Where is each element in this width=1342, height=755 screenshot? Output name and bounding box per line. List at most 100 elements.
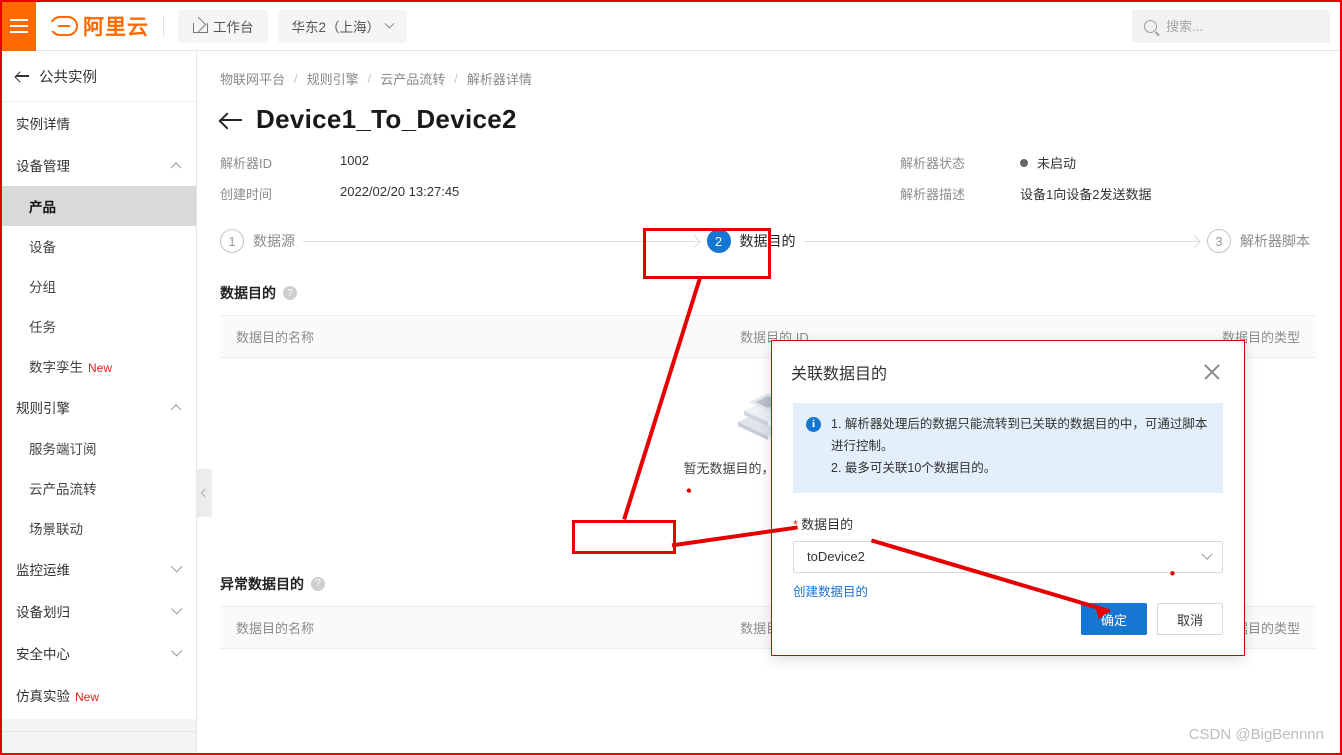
sidebar-item-device-management[interactable]: 设备管理 (2, 144, 196, 186)
info-icon: i (806, 417, 821, 432)
breadcrumb-item-iot-platform[interactable]: 物联网平台 (220, 69, 285, 88)
section-label: 数据目的 (220, 285, 276, 301)
required-mark: * (793, 516, 799, 532)
step-connector (303, 240, 699, 242)
sidebar-item-label: 设备 (29, 240, 56, 255)
column-header-name: 数据目的名称 (220, 315, 725, 358)
sidebar-item-tasks[interactable]: 任务 (2, 306, 196, 346)
meta-label-create-time: 创建时间 (220, 187, 273, 202)
breadcrumb-item-parser-details[interactable]: 解析器详情 (467, 69, 532, 88)
sidebar-item-label: 分组 (29, 280, 56, 295)
meta-label-parser-desc: 解析器描述 (900, 187, 966, 202)
step-number: 3 (1207, 229, 1231, 253)
sidebar-back-public-instance[interactable]: 公共实例 (2, 51, 196, 102)
back-arrow-icon[interactable] (220, 112, 242, 128)
meta-value-parser-desc: 设备1向设备2发送数据 (1020, 187, 1152, 202)
dialog-title: 关联数据目的 (791, 366, 888, 383)
sidebar-item-rules-engine[interactable]: 规则引擎 (2, 386, 196, 428)
topbar-divider (163, 15, 164, 37)
sidebar-item-groups[interactable]: 分组 (2, 266, 196, 306)
sidebar-item-simulation-lab[interactable]: 仿真实验 New (2, 674, 196, 716)
meta-value-parser-id: 1002 (340, 153, 369, 168)
step-connector (803, 240, 1199, 242)
step-parser-script[interactable]: 3 解析器脚本 (1207, 229, 1310, 253)
dialog-footer: 确定 取消 (772, 603, 1244, 655)
sidebar-item-label: 监控运维 (16, 563, 70, 578)
top-navigation-bar: 阿里云 工作台 华东2（上海） (2, 2, 1340, 51)
sidebar-item-label: 产品 (29, 200, 56, 215)
meta-value-parser-status: 未启动 (1020, 153, 1316, 172)
cancel-button[interactable]: 取消 (1157, 603, 1223, 635)
sidebar-item-devices[interactable]: 设备 (2, 226, 196, 266)
aliyun-logo[interactable]: 阿里云 (49, 11, 149, 41)
sidebar-item-cloud-product-flow[interactable]: 云产品流转 (2, 468, 196, 508)
chevron-up-icon (170, 404, 182, 416)
section-label: 异常数据目的 (220, 575, 304, 592)
empty-state-message: 暂无数据目的， (683, 461, 775, 476)
sidebar-item-security-center[interactable]: 安全中心 (2, 632, 196, 674)
step-label: 解析器脚本 (1240, 233, 1310, 249)
new-badge: New (75, 690, 100, 704)
step-indicator: 1 数据源 2 数据目的 3 解析器脚本 (220, 229, 1316, 253)
home-icon (192, 19, 208, 33)
sidebar-item-label: 安全中心 (16, 647, 70, 662)
workbench-button[interactable]: 工作台 (178, 9, 268, 43)
close-icon[interactable] (1201, 361, 1223, 383)
sidebar-item-instance-details[interactable]: 实例详情 (2, 102, 196, 144)
chevron-down-icon (1201, 548, 1213, 560)
region-label: 华东2（上海） (291, 20, 381, 35)
sidebar-item-monitoring[interactable]: 监控运维 (2, 548, 196, 590)
field-label-text: 数据目的 (801, 516, 854, 532)
sidebar-item-products[interactable]: 产品 (2, 186, 196, 226)
sidebar-item-scene-linkage[interactable]: 场景联动 (2, 508, 196, 548)
region-selector[interactable]: 华东2（上海） (277, 9, 408, 43)
step-data-destination[interactable]: 2 数据目的 (706, 229, 796, 253)
data-destination-select[interactable]: toDevice2 (793, 540, 1223, 573)
notice-line-1: 1. 解析器处理后的数据只能流转到已关联的数据目的中，可通过脚本进行控制。 (831, 417, 1208, 453)
hamburger-menu-icon[interactable] (2, 2, 36, 51)
breadcrumb-separator: / (367, 71, 372, 86)
global-search-box[interactable] (1132, 10, 1330, 43)
column-header-name: 数据目的名称 (220, 605, 725, 649)
section-title-data-destination: 数据目的 ? (220, 283, 1316, 303)
dialog-body: i 1. 解析器处理后的数据只能流转到已关联的数据目的中，可通过脚本进行控制。 … (772, 403, 1244, 603)
select-value: toDevice2 (807, 549, 865, 565)
arrow-left-icon (16, 71, 29, 81)
sidebar-item-server-subscription[interactable]: 服务端订阅 (2, 428, 196, 468)
breadcrumb-item-rules-engine[interactable]: 规则引擎 (307, 69, 359, 88)
dialog-header: 关联数据目的 (772, 341, 1244, 403)
aliyun-logo-text: 阿里云 (83, 16, 149, 39)
breadcrumb-item-cloud-product-flow[interactable]: 云产品流转 (380, 69, 445, 88)
sidebar-item-label: 实例详情 (16, 117, 70, 132)
help-icon[interactable]: ? (283, 286, 297, 300)
chevron-down-icon (171, 603, 183, 615)
link-create-data-destination[interactable]: 创建数据目的 (793, 581, 868, 600)
search-input[interactable] (1166, 19, 1318, 34)
step-label: 数据目的 (739, 233, 796, 249)
meta-value-create-time: 2022/02/20 13:27:45 (340, 184, 460, 199)
parser-meta-grid: 解析器ID 1002 解析器状态 未启动 创建时间 2022/02/20 13:… (220, 153, 1316, 203)
confirm-button[interactable]: 确定 (1081, 603, 1147, 635)
sidebar-item-label: 数字孪生 (29, 360, 83, 375)
breadcrumb: 物联网平台 / 规则引擎 / 云产品流转 / 解析器详情 (220, 69, 1316, 88)
status-dot-icon (1020, 159, 1028, 167)
left-sidebar: 公共实例 实例详情 设备管理 产品 设备 分组 任务 数字孪生 New 规则引擎 (2, 51, 197, 753)
step-data-source[interactable]: 1 数据源 (220, 229, 295, 253)
associate-data-destination-dialog: 关联数据目的 i 1. 解析器处理后的数据只能流转到已关联的数据目的中，可通过脚… (772, 341, 1244, 655)
sidebar-item-device-assignment[interactable]: 设备划归 (2, 590, 196, 632)
notice-line-2: 2. 最多可关联10个数据目的。 (831, 460, 997, 475)
sidebar-collapse-handle[interactable] (197, 469, 212, 517)
breadcrumb-separator: / (454, 71, 458, 86)
step-label: 数据源 (253, 233, 295, 249)
field-label-data-destination: * 数据目的 (793, 514, 1223, 533)
chevron-down-icon (171, 645, 183, 657)
sidebar-item-label: 服务端订阅 (29, 442, 97, 457)
chevron-down-icon (384, 18, 395, 29)
chevron-down-icon (171, 561, 183, 573)
chevron-left-icon (200, 488, 209, 498)
sidebar-item-label: 规则引擎 (16, 401, 70, 416)
help-icon[interactable]: ? (311, 576, 325, 591)
page-title-row: Device1_To_Device2 (220, 104, 1316, 135)
sidebar-item-digital-twin[interactable]: 数字孪生 New (2, 346, 196, 386)
step-number: 2 (706, 229, 731, 253)
